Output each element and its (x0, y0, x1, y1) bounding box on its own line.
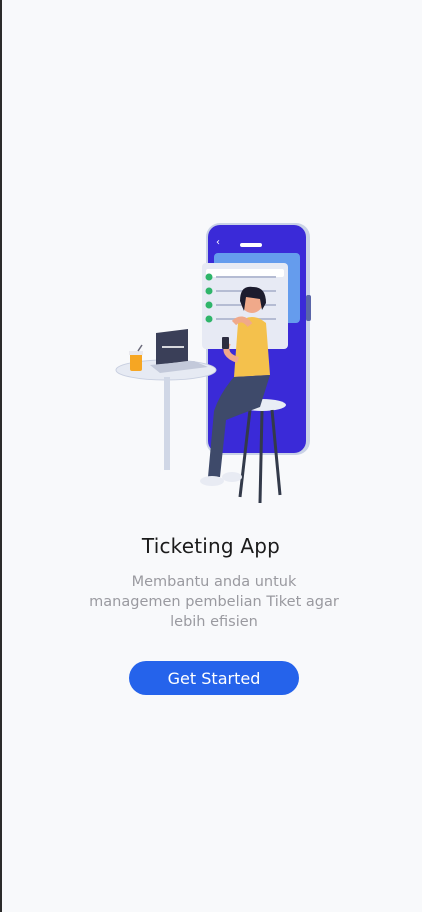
get-started-button[interactable]: Get Started (129, 661, 299, 695)
onboarding-illustration: ‹ (110, 215, 320, 510)
page-description: Membantu anda untuk managemen pembelian … (89, 574, 339, 630)
page-title: Ticketing App (141, 534, 281, 558)
svg-text:‹: ‹ (216, 237, 220, 248)
window-left-border (0, 0, 2, 912)
